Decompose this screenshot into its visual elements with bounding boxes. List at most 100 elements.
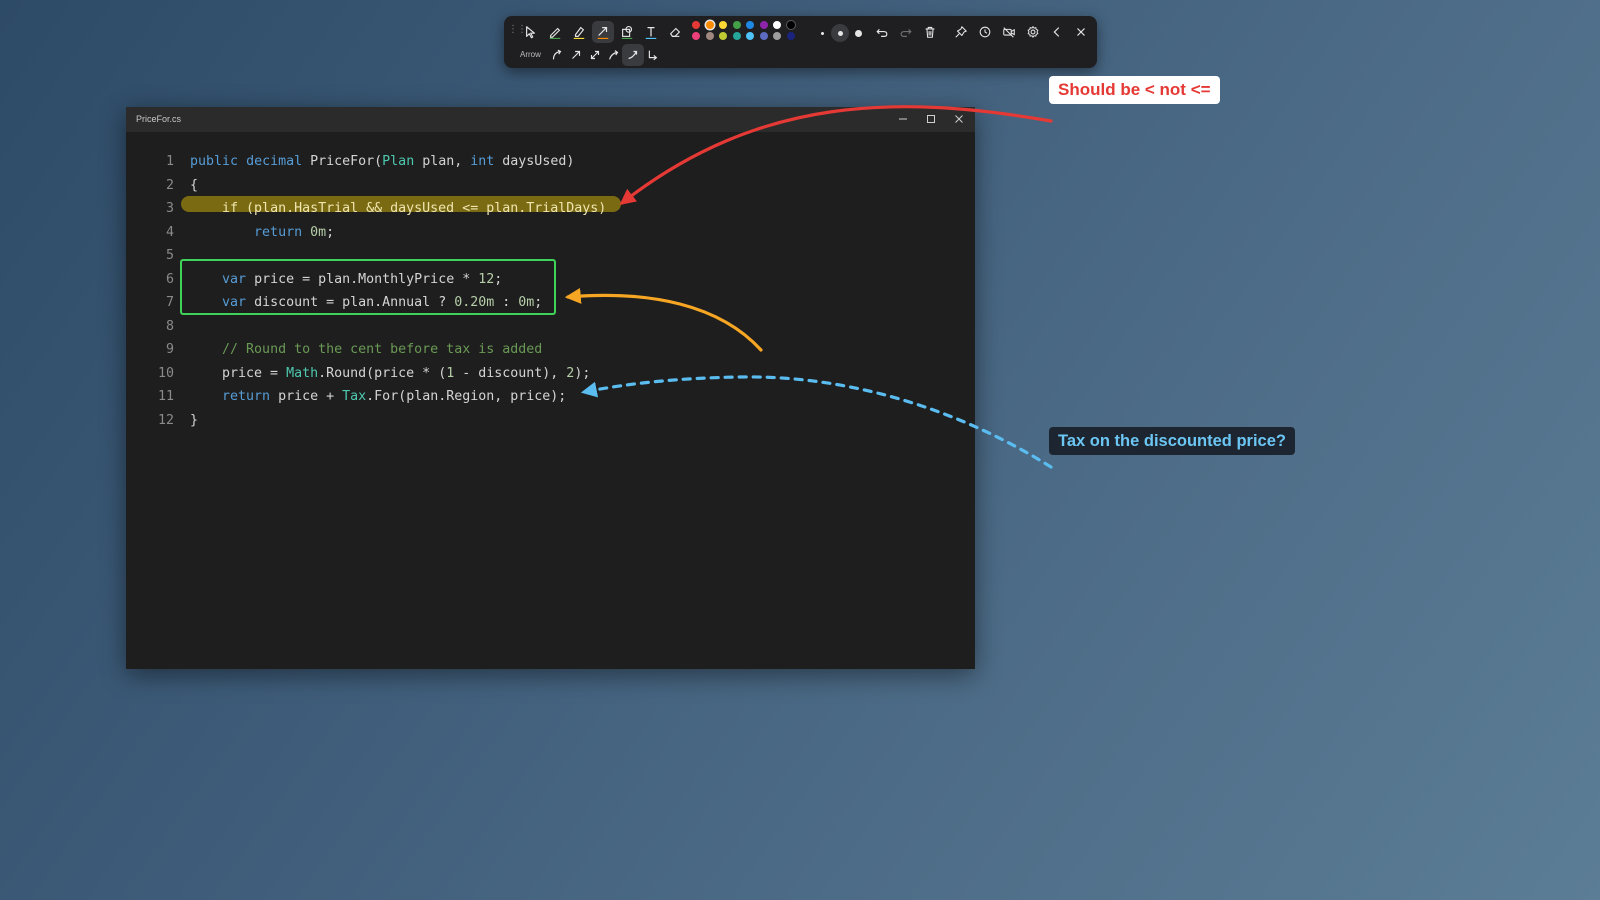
code-line: 8 [126,315,975,339]
arrow-elbow-icon [648,50,658,61]
shape-tool-button[interactable] [616,21,638,43]
code-line: 2{ [126,174,975,198]
tool-mode-label: Arrow [520,50,541,59]
pen-tool-button[interactable] [544,21,566,43]
clock-icon [979,26,991,38]
lines-6-7-box-annotation [180,259,556,315]
code-text: return 0m; [254,224,335,240]
code-text: } [190,412,199,428]
code-line: 10 price = Math.Round(price * (1 - disco… [126,362,975,386]
color-swatch[interactable] [759,21,768,29]
maximize-button[interactable] [920,110,942,128]
gear-icon [1027,26,1039,38]
line-number: 7 [165,295,174,310]
pin-button[interactable] [950,21,972,43]
line-number: 2 [165,177,174,193]
text-icon [645,27,657,39]
line-number: 11 [157,389,174,404]
line-number: 10 [157,365,174,381]
close-icon [1077,28,1085,36]
arrow-tool-icon [597,27,609,39]
color-swatch[interactable] [773,21,781,29]
code-line: 3 if (plan.HasTrial && daysUsed <= plan.… [126,197,975,221]
drag-handle-icon[interactable]: ⋮⋮ [508,25,527,39]
color-swatch[interactable] [732,21,741,29]
window-close-button[interactable] [948,110,970,128]
code-editor-window: PriceFor.cs 1 public decimal PriceFor(Pla… [126,107,975,669]
color-swatch[interactable] [705,32,714,40]
code-text: price = Math.Round(price * (1 - discount… [190,365,591,381]
redo-button[interactable] [895,21,917,43]
minimize-button[interactable] [892,110,914,128]
arrow-tool-button[interactable] [592,21,614,43]
arrow-swoosh-icon [628,50,638,60]
line-number: 8 [165,318,174,334]
timer-button[interactable] [974,21,996,43]
color-swatch[interactable] [773,32,781,40]
collapse-button[interactable] [1046,21,1068,43]
redo-icon [900,28,912,37]
callout-condition-note: Should be < not <= [1049,76,1220,104]
code-text: if (plan.HasTrial && daysUsed <= plan.Tr… [222,201,607,216]
undo-icon [876,28,888,37]
cursor-icon [526,26,536,39]
color-swatch[interactable] [692,21,700,29]
window-title: PriceFor.cs [136,114,182,124]
color-swatch[interactable] [692,32,700,40]
highlighter-icon [573,26,585,39]
highlighter-tool-button[interactable] [568,21,590,43]
color-swatch[interactable] [759,32,768,40]
color-swatch[interactable] [786,32,795,40]
line-number: 6 [165,271,174,287]
code-text: public decimal PriceFor(Plan plan, int d… [190,154,575,169]
color-swatch[interactable] [786,21,795,29]
code-line: 9 // Round to the cent before tax is add… [126,338,975,362]
arrow-style-elbow[interactable] [641,44,663,66]
color-swatch[interactable] [732,32,741,40]
code-text: return price + Tax.For(plan.Region, pric… [222,389,567,404]
code-line: 11 return price + Tax.For(plan.Region, p… [126,385,975,409]
record-toggle-button[interactable] [998,21,1020,43]
chevron-left-icon [1053,27,1060,37]
stroke-size-small[interactable] [813,24,831,42]
line-number: 1 [165,154,174,169]
color-swatch[interactable] [719,21,727,29]
code-text: // Round to the cent before tax is added [222,342,543,357]
color-swatch[interactable] [719,32,727,40]
text-tool-button[interactable] [640,21,662,43]
stroke-size-medium[interactable] [831,24,849,42]
color-swatch[interactable] [705,21,714,29]
clear-button[interactable] [919,21,941,43]
toolbar-close-button[interactable] [1070,21,1092,43]
code-text: { [190,177,199,193]
select-tool-button[interactable] [520,21,542,43]
line-number: 5 [165,248,174,263]
stroke-size-large[interactable] [849,24,867,42]
shape-icon [621,26,633,39]
trash-icon [925,26,935,38]
minimize-icon [899,118,907,120]
line-number: 9 [165,342,174,357]
undo-button[interactable] [871,21,893,43]
code-line: 4 return 0m; [126,221,975,245]
code-line: 1 public decimal PriceFor(Plan plan, int … [126,150,975,174]
callout-tax-question: Tax on the discounted price? [1049,427,1295,455]
window-titlebar[interactable]: PriceFor.cs [126,107,975,132]
arrow-curved-icon [552,49,562,60]
annotation-toolbar: ⋮⋮ Arrow [504,16,1097,68]
line-number: 4 [165,224,174,240]
code-line: 12} [126,409,975,433]
arrow-straight-icon [572,50,581,59]
pin-icon [955,26,967,38]
settings-button[interactable] [1022,21,1044,43]
color-swatch[interactable] [746,32,754,40]
eraser-icon [669,27,681,37]
eraser-tool-button[interactable] [664,21,686,43]
pen-icon [549,27,561,39]
line-number: 12 [157,412,174,428]
close-icon [955,115,963,123]
arrow-double-icon [590,50,600,60]
maximize-icon [927,115,935,123]
arrow-curve-up-icon [609,50,619,60]
color-swatch[interactable] [746,21,754,29]
